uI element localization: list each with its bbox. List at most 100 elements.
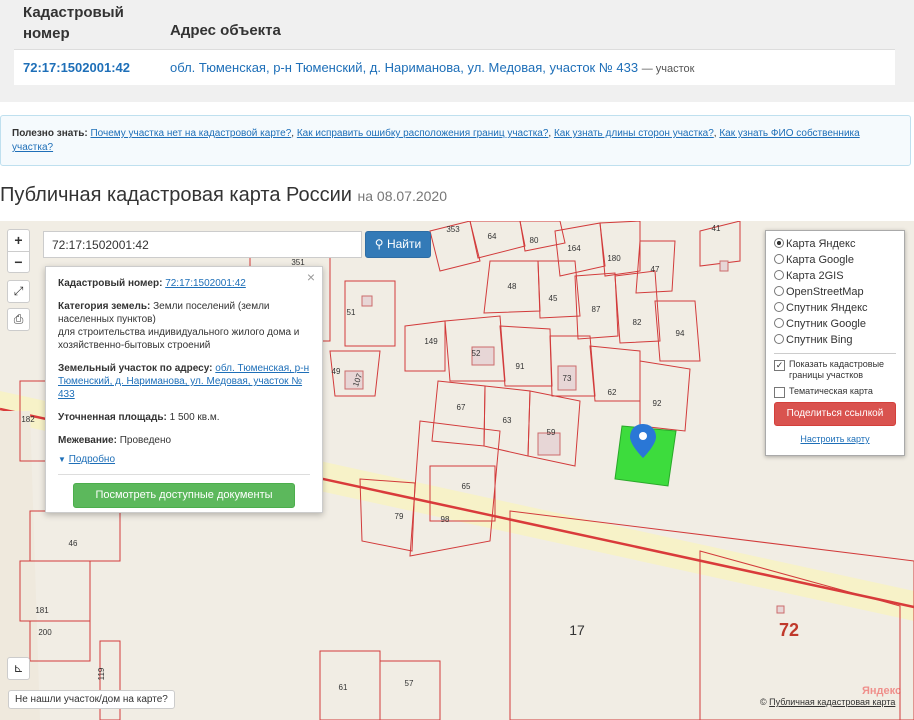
info-link-missing-plot[interactable]: Почему участка нет на кадастровой карте?	[90, 128, 291, 139]
radio-checked-icon[interactable]	[774, 238, 784, 248]
divider	[774, 353, 896, 354]
zoom-out-button[interactable]: −	[8, 251, 29, 272]
plot-label: 41	[712, 224, 721, 233]
not-found-button[interactable]: Не нашли участок/дом на карте?	[8, 690, 175, 709]
layer-label: Спутник Яндекс	[786, 302, 868, 314]
plot-label: 17	[569, 622, 585, 638]
plot-label: 182	[21, 415, 35, 424]
info-link-fix-borders[interactable]: Как исправить ошибку расположения границ…	[297, 128, 549, 139]
print-icon[interactable]: ⎙	[7, 308, 30, 331]
info-label: Полезно знать:	[12, 128, 88, 139]
plot-info-popup: × Кадастровый номер: 72:17:1502001:42 Ка…	[45, 266, 323, 513]
plot-label: 67	[457, 403, 466, 412]
plot-label: 47	[651, 265, 660, 274]
zoom-control: + −	[7, 229, 30, 273]
layer-label: OpenStreetMap	[786, 286, 864, 298]
address-link[interactable]: обл. Тюменская, р-н Тюменский, д. Нарима…	[170, 60, 694, 75]
survey-label: Межевание:	[58, 435, 117, 446]
plot-label: 98	[441, 515, 450, 524]
layer-option-yandex-satellite[interactable]: Спутник Яндекс	[774, 300, 896, 316]
page-title-date: на 08.07.2020	[357, 188, 447, 204]
plot-label: 64	[488, 232, 497, 241]
results-table: Кадастровый номер Адрес объекта 72:17:15…	[14, 0, 895, 85]
details-toggle[interactable]: ▼ Подробно	[58, 453, 310, 466]
view-documents-button[interactable]: Посмотреть доступные документы	[73, 483, 295, 508]
share-link-button[interactable]: Поделиться ссылкой	[774, 402, 896, 426]
radio-icon[interactable]	[774, 254, 784, 264]
plot-label: 94	[676, 329, 685, 338]
cadastral-number-value[interactable]: 72:17:1502001:42	[165, 278, 246, 289]
plot-label: 46	[69, 539, 78, 548]
thematic-map-toggle[interactable]: Тематическая карта	[774, 386, 896, 398]
table-row[interactable]: 72:17:1502001:42 обл. Тюменская, р-н Тюм…	[14, 49, 895, 84]
plot-label: 62	[608, 388, 617, 397]
cadastral-search-input[interactable]	[43, 231, 362, 258]
show-borders-toggle[interactable]: ✓ Показать кадастровые границы участков	[774, 359, 896, 381]
land-use-value: для строительства индивидуального жилого…	[58, 327, 300, 351]
plot-label: 119	[97, 667, 106, 680]
layers-panel: Карта Яндекс Карта Google Карта 2GIS Ope…	[765, 230, 905, 456]
layer-option-google-map[interactable]: Карта Google	[774, 252, 896, 268]
cadastral-number-row: Кадастровый номер: 72:17:1502001:42	[58, 277, 310, 290]
thematic-map-label: Тематическая карта	[789, 386, 873, 396]
divider	[58, 474, 310, 475]
plot-label: 79	[395, 512, 404, 521]
page-title-text: Публичная кадастровая карта России	[0, 184, 352, 206]
attribution-link[interactable]: Публичная кадастровая карта	[769, 697, 895, 707]
radio-icon[interactable]	[774, 270, 784, 280]
useful-info-box: Полезно знать: Почему участка нет на кад…	[0, 115, 911, 166]
plot-label: 49	[332, 367, 341, 376]
caret-down-icon: ▼	[58, 455, 66, 464]
address-text[interactable]: обл. Тюменская, р-н Тюменский, д. Нарима…	[170, 60, 638, 75]
yandex-watermark: Яндекс	[862, 685, 902, 697]
object-type: — участок	[641, 63, 695, 75]
layer-option-yandex-map[interactable]: Карта Яндекс	[774, 236, 896, 252]
column-header-cadastral-number: Кадастровый номер	[23, 4, 124, 42]
plot-label: 73	[563, 374, 572, 383]
plot-label: 65	[462, 482, 471, 491]
land-category-row: Категория земель: Земли поселений (земли…	[58, 300, 310, 352]
find-button[interactable]: ⚲ Найти	[365, 231, 431, 258]
find-button-label: Найти	[386, 237, 422, 251]
details-link[interactable]: Подробно	[69, 454, 115, 465]
layer-option-google-satellite[interactable]: Спутник Google	[774, 316, 896, 332]
search-icon: ⚲	[374, 237, 384, 251]
show-borders-label: Показать кадастровые границы участков	[789, 359, 885, 380]
radio-icon[interactable]	[774, 318, 784, 328]
radio-icon[interactable]	[774, 302, 784, 312]
plot-label: 180	[607, 254, 621, 263]
layer-label: Карта Яндекс	[786, 238, 856, 250]
plot-label: 164	[567, 244, 581, 253]
plot-label: 61	[339, 683, 348, 692]
cadastral-map[interactable]: 353 64 80 164 41 351 180 47 48 45 87 51 …	[0, 221, 914, 720]
configure-map-link[interactable]: Настроить карту	[774, 434, 896, 444]
radio-icon[interactable]	[774, 334, 784, 344]
copyright-icon: ©	[760, 697, 767, 707]
plot-label: 353	[446, 225, 460, 234]
zoom-in-button[interactable]: +	[8, 230, 29, 251]
layer-label: Карта Google	[786, 254, 854, 266]
cadastral-number-link[interactable]: 72:17:1502001:42	[23, 60, 130, 75]
layer-option-2gis-map[interactable]: Карта 2GIS	[774, 268, 896, 284]
plot-label: 59	[547, 428, 556, 437]
address-row: Земельный участок по адресу: обл. Тюменс…	[58, 362, 310, 401]
plot-label: 91	[516, 362, 525, 371]
ruler-icon[interactable]: ⊾	[7, 657, 30, 680]
table-header: Кадастровый номер Адрес объекта	[14, 0, 895, 49]
radio-icon[interactable]	[774, 286, 784, 296]
column-header-address: Адрес объекта	[170, 22, 281, 39]
close-icon[interactable]: ×	[307, 270, 315, 284]
layer-label: Карта 2GIS	[786, 270, 844, 282]
plot-label: 181	[35, 606, 49, 615]
survey-row: Межевание: Проведено	[58, 434, 310, 447]
checkbox-checked-icon[interactable]: ✓	[774, 360, 785, 371]
fullscreen-icon[interactable]: ⤢	[7, 280, 30, 303]
layer-option-bing-satellite[interactable]: Спутник Bing	[774, 332, 896, 348]
layer-option-osm[interactable]: OpenStreetMap	[774, 284, 896, 300]
area-row: Уточненная площадь: 1 500 кв.м.	[58, 411, 310, 424]
info-link-side-lengths[interactable]: Как узнать длины сторон участка?	[554, 128, 714, 139]
address-label: Земельный участок по адресу:	[58, 363, 213, 374]
checkbox-icon[interactable]	[774, 387, 785, 398]
cadastral-number-label: Кадастровый номер:	[58, 278, 163, 289]
map-attribution: © Публичная кадастровая карта	[760, 697, 895, 707]
